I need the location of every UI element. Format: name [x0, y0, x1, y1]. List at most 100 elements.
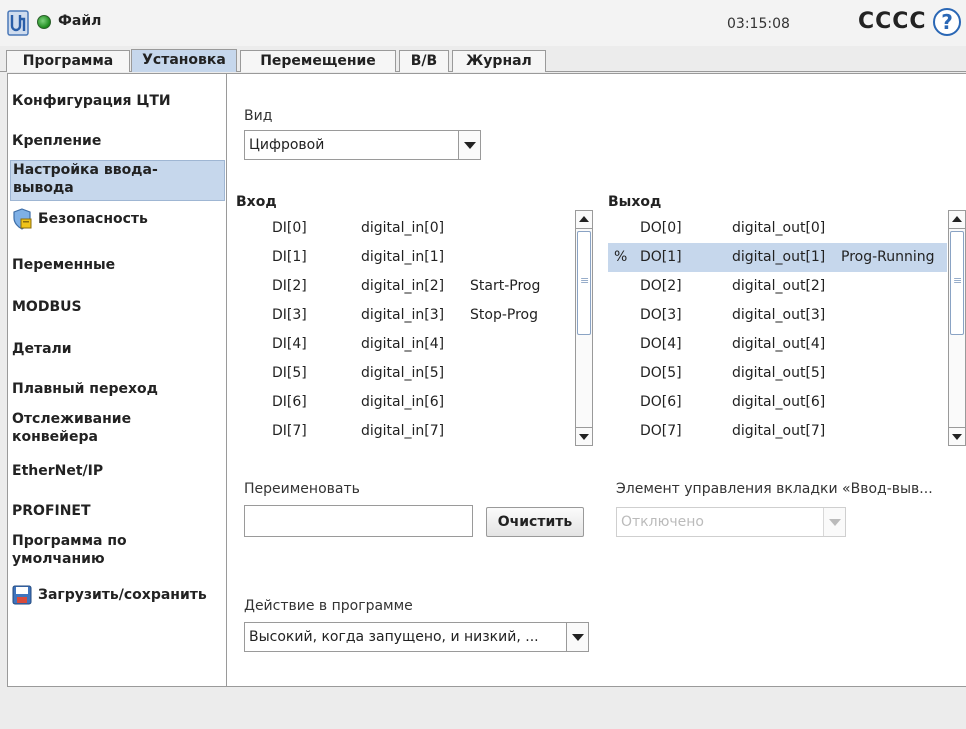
io-mark: % [614, 249, 628, 265]
sidebar-item-label: EtherNet/IP [12, 463, 104, 479]
io-name: digital_in[1] [361, 249, 445, 265]
list-item[interactable]: DI[1] digital_in[1] [234, 243, 574, 272]
chevron-down-icon[interactable] [566, 623, 588, 651]
list-item[interactable]: DO[7] digital_out[7] [608, 417, 947, 446]
list-item[interactable]: DO[3] digital_out[3] [608, 301, 947, 330]
tab-log[interactable]: Журнал [452, 50, 546, 72]
scroll-down-icon[interactable] [949, 427, 965, 445]
clock: 03:15:08 [727, 16, 790, 32]
io-name: digital_out[0] [732, 220, 826, 236]
sidebar-item-label: Переменные [12, 257, 116, 273]
rename-label: Переименовать [244, 481, 360, 497]
io-name: digital_in[0] [361, 220, 445, 236]
scroll-down-icon[interactable] [576, 427, 592, 445]
input-list-scrollbar[interactable] [575, 210, 593, 446]
sidebar-item-load-save[interactable]: Загрузить/сохранить [10, 584, 225, 606]
sidebar-item-io-setup[interactable]: Настройка ввода- вывода [10, 160, 225, 201]
sidebar-item-profinet[interactable]: PROFINET [10, 502, 225, 520]
list-item[interactable]: DO[5] digital_out[5] [608, 359, 947, 388]
scroll-up-icon[interactable] [949, 211, 965, 229]
chevron-down-icon[interactable] [458, 131, 480, 159]
io-id: DI[6] [272, 394, 307, 410]
sidebar-item-ethernet-ip[interactable]: EtherNet/IP [10, 462, 225, 480]
top-bar: Файл 03:15:08 CCCC ? [0, 0, 966, 46]
io-name: digital_out[6] [732, 394, 826, 410]
view-label: Вид [244, 108, 273, 124]
scroll-thumb[interactable] [950, 231, 964, 335]
help-icon[interactable]: ? [933, 8, 961, 36]
io-id: DO[4] [640, 336, 682, 352]
sidebar-item-mounting[interactable]: Крепление [10, 132, 225, 150]
io-name: digital_out[5] [732, 365, 826, 381]
io-id: DO[2] [640, 278, 682, 294]
io-id: DO[0] [640, 220, 682, 236]
sidebar-item-label: PROFINET [12, 503, 91, 519]
io-id: DI[4] [272, 336, 307, 352]
list-item[interactable]: DI[5] digital_in[5] [234, 359, 574, 388]
list-item[interactable]: DI[3] digital_in[3] Stop-Prog [234, 301, 574, 330]
sidebar-item-conveyor-tracking[interactable]: Отслеживание конвейера [10, 410, 225, 446]
program-action-select[interactable]: Высокий, когда запущено, и низкий, ... [244, 622, 589, 652]
io-id: DO[1] [640, 249, 682, 265]
sidebar-item-tcp-config[interactable]: Конфигурация ЦТИ [10, 92, 225, 110]
tab-control-label: Элемент управления вкладки «Ввод-выв... [616, 481, 933, 497]
output-list-scrollbar[interactable] [948, 210, 966, 446]
io-name: digital_out[7] [732, 423, 826, 439]
sidebar-item-label: Плавный переход [12, 381, 158, 397]
clear-button[interactable]: Очистить [486, 507, 584, 537]
file-menu[interactable]: Файл [58, 13, 101, 29]
list-item[interactable]: DI[4] digital_in[4] [234, 330, 574, 359]
list-item[interactable]: DO[2] digital_out[2] [608, 272, 947, 301]
tab-program[interactable]: Программа [6, 50, 130, 72]
io-id: DI[7] [272, 423, 307, 439]
sidebar-item-features[interactable]: Детали [10, 340, 225, 358]
list-item[interactable]: DI[0] digital_in[0] [234, 214, 574, 243]
sidebar-item-default-program[interactable]: Программа по умолчанию [10, 532, 225, 568]
list-item[interactable]: % DO[1] digital_out[1] Prog-Running [608, 243, 947, 272]
io-name: digital_in[7] [361, 423, 445, 439]
tab-control-select: Отключено [616, 507, 846, 537]
io-name: digital_out[2] [732, 278, 826, 294]
io-id: DI[0] [272, 220, 307, 236]
io-id: DO[7] [640, 423, 682, 439]
sidebar-item-variables[interactable]: Переменные [10, 256, 225, 274]
program-action-value: Высокий, когда запущено, и низкий, ... [249, 629, 539, 645]
sidebar-item-label: Загрузить/сохранить [38, 587, 207, 603]
io-name: digital_in[6] [361, 394, 445, 410]
tab-control-value: Отключено [621, 514, 704, 530]
input-list: DI[0] digital_in[0] DI[1] digital_in[1] DI… [234, 210, 594, 446]
list-item[interactable]: DI[2] digital_in[2] Start-Prog [234, 272, 574, 301]
sidebar-item-safety[interactable]: Безопасность [10, 208, 225, 230]
robot-status-icon[interactable] [37, 15, 51, 29]
sidebar-item-label: Настройка ввода- вывода [13, 162, 158, 196]
list-item[interactable]: DO[4] digital_out[4] [608, 330, 947, 359]
sidebar-item-label: Крепление [12, 133, 102, 149]
list-item[interactable]: DO[0] digital_out[0] [608, 214, 947, 243]
io-function: Start-Prog [470, 278, 541, 294]
scroll-thumb[interactable] [577, 231, 591, 335]
sidebar-item-modbus[interactable]: MODBUS [10, 298, 225, 316]
sidebar-item-label: MODBUS [12, 299, 82, 315]
list-item[interactable]: DI[7] digital_in[7] [234, 417, 574, 446]
disk-icon [12, 585, 32, 605]
sidebar-item-smooth-transition[interactable]: Плавный переход [10, 380, 225, 398]
io-id: DI[3] [272, 307, 307, 323]
sidebar-item-label: Программа по умолчанию [12, 533, 127, 567]
list-item[interactable]: DI[6] digital_in[6] [234, 388, 574, 417]
sidebar-item-label: Отслеживание конвейера [12, 411, 132, 445]
io-id: DO[6] [640, 394, 682, 410]
rename-input[interactable] [244, 505, 473, 537]
io-name: digital_in[3] [361, 307, 445, 323]
sidebar-item-label: Детали [12, 341, 72, 357]
list-item[interactable]: DO[6] digital_out[6] [608, 388, 947, 417]
tab-io[interactable]: В/В [399, 50, 449, 72]
main-tabs: Программа Установка Перемещение В/В Журн… [0, 48, 966, 72]
tab-installation[interactable]: Установка [131, 49, 237, 72]
view-select[interactable]: Цифровой [244, 130, 481, 160]
io-name: digital_out[3] [732, 307, 826, 323]
io-name: digital_out[4] [732, 336, 826, 352]
sidebar-item-label: Конфигурация ЦТИ [12, 93, 171, 109]
tab-move[interactable]: Перемещение [240, 50, 396, 72]
scroll-up-icon[interactable] [576, 211, 592, 229]
inputs-header: Вход [236, 194, 277, 210]
